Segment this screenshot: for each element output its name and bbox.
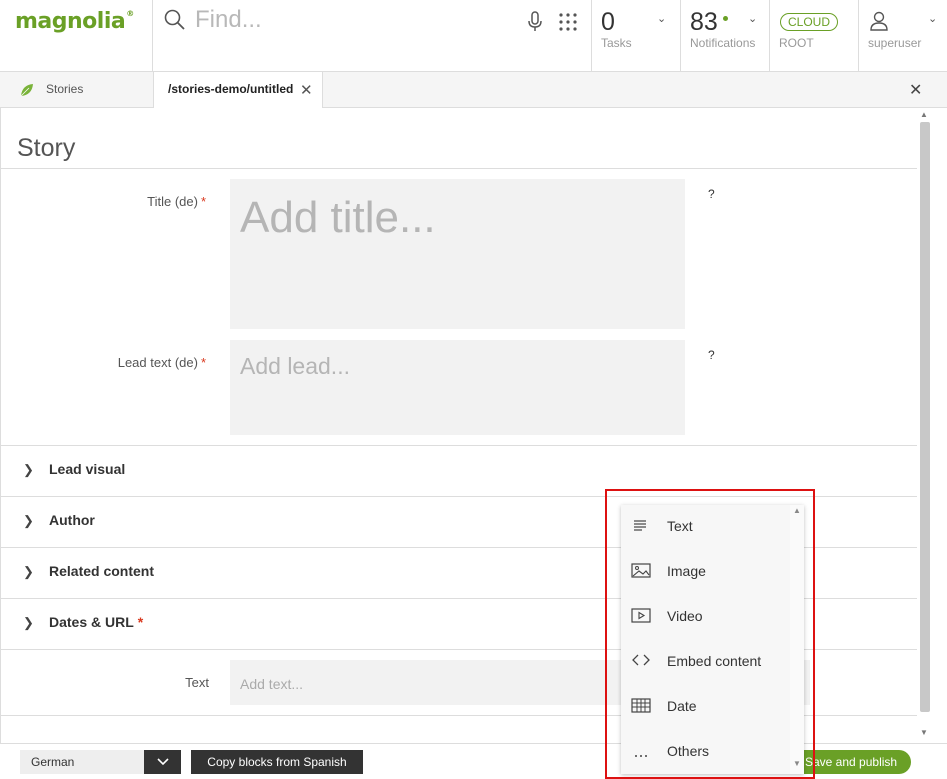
menu-item-text[interactable]: Text [621,505,789,550]
chevron-right-icon: ❯ [23,513,34,528]
menu-item-video[interactable]: Video [621,595,789,640]
scroll-up-icon[interactable]: ▲ [920,110,928,119]
environment-indicator[interactable]: CLOUD ROOT [769,0,858,72]
tab-label: Stories [46,82,84,96]
help-icon[interactable]: ? [708,348,715,362]
title-placeholder: Add title... [240,193,436,242]
image-icon [631,563,651,578]
tab-bar: Stories /stories-demo/untitled ✕ ✕ [0,72,947,108]
scroll-up-icon[interactable]: ▲ [793,506,801,515]
title-field-label: Title (de) * [147,194,206,209]
language-value: German [31,755,75,769]
menu-item-label: Video [667,608,703,624]
chevron-right-icon: ❯ [23,564,34,579]
menu-item-date[interactable]: Date [621,685,789,730]
tasks-indicator[interactable]: 0 Tasks ⌄ [591,0,680,72]
block-type-menu: Text Image Video Embed content Date Othe… [621,505,804,774]
menu-item-label: Text [667,518,693,534]
lead-input[interactable]: Add lead... [230,340,685,435]
user-icon [870,11,888,31]
page-scrollbar[interactable]: ▲ ▼ [917,108,947,743]
cloud-badge: CLOUD [780,13,839,31]
text-block-label: Text [185,675,209,690]
divider [1,168,917,169]
title-input[interactable]: Add title... [230,179,685,329]
chevron-down-icon: ⌄ [657,13,667,25]
magnolia-logo[interactable]: magnolia® [0,0,153,72]
section-lead-visual[interactable]: ❯ Lead visual [1,445,917,496]
lead-placeholder: Add lead... [240,353,350,379]
chevron-down-icon: ⌄ [748,13,758,25]
text-lines-icon [634,520,646,531]
microphone-icon[interactable] [527,11,543,33]
menu-item-label: Image [667,563,706,579]
leaf-icon [20,84,33,97]
search-icon [164,9,185,30]
section-label: Dates & URL * [49,614,144,630]
section-label: Related content [49,563,155,579]
tasks-label: Tasks [601,36,632,50]
app-launcher-icon[interactable] [558,12,578,32]
close-tab-icon[interactable]: ✕ [300,81,313,99]
user-menu[interactable]: superuser ⌄ [858,0,947,72]
top-bar: magnolia® Find... 0 Tasks ⌄ 83 Notificat… [0,0,947,72]
text-placeholder: Add text... [240,676,304,692]
unread-dot-icon [723,16,728,21]
logo-wordmark: magnolia® [15,9,134,34]
tab-story-editor[interactable]: /stories-demo/untitled ✕ [153,72,323,108]
menu-item-embed[interactable]: Embed content [621,640,789,685]
scroll-down-icon[interactable]: ▼ [920,728,928,737]
tab-stories[interactable]: Stories [0,72,153,107]
username-label: superuser [868,36,922,50]
section-label: Author [49,512,95,528]
save-and-publish-button[interactable]: Save and publish [786,750,911,774]
copy-blocks-button[interactable]: Copy blocks from Spanish [191,750,363,774]
footer-toolbar: German Copy blocks from Spanish Save and… [0,743,947,779]
search-placeholder[interactable]: Find... [195,6,262,34]
environment-label: ROOT [779,36,814,50]
scroll-down-icon[interactable]: ▼ [793,759,801,768]
language-select[interactable]: German [20,750,144,774]
lead-field-label: Lead text (de) * [117,355,206,370]
tab-label: /stories-demo/untitled [168,82,294,96]
menu-item-label: Date [667,698,697,714]
language-dropdown-button[interactable] [144,750,181,774]
menu-item-others[interactable]: Others [621,730,789,775]
chevron-down-icon: ⌄ [928,13,938,25]
code-icon [632,654,650,666]
notifications-count: 83 [690,8,718,36]
video-icon [631,608,651,623]
close-icon[interactable]: ✕ [909,80,922,100]
calendar-grid-icon [631,698,651,713]
chevron-right-icon: ❯ [23,462,34,477]
menu-item-image[interactable]: Image [621,550,789,595]
scrollbar-thumb[interactable] [920,122,930,712]
notifications-label: Notifications [690,36,756,50]
ellipsis-icon [635,755,647,757]
page-title: Story [17,134,76,162]
notifications-indicator[interactable]: 83 Notifications ⌄ [680,0,769,72]
menu-scrollbar[interactable]: ▲ ▼ [790,505,804,774]
tasks-count: 0 [601,8,615,36]
section-label: Lead visual [49,461,126,477]
chevron-right-icon: ❯ [23,615,34,630]
menu-item-label: Embed content [667,653,762,669]
help-icon[interactable]: ? [708,187,715,201]
chevron-down-icon [156,758,169,766]
search-bar[interactable]: Find... [153,0,591,72]
menu-item-label: Others [667,743,710,759]
